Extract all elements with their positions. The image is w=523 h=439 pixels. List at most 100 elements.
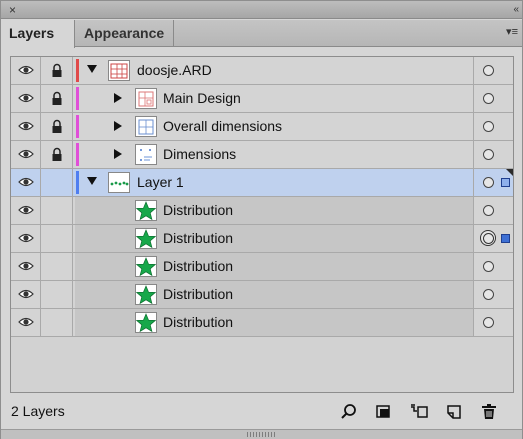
star-thumb (135, 228, 157, 249)
target-icon[interactable] (483, 65, 494, 76)
target-icon[interactable] (483, 121, 494, 132)
target-icon[interactable] (483, 93, 494, 104)
layer-name[interactable]: Dimensions (163, 141, 236, 168)
locate-object-icon[interactable] (339, 402, 359, 422)
eye-icon (18, 176, 34, 188)
visibility-toggle[interactable] (11, 253, 41, 280)
target-cell[interactable] (473, 169, 513, 196)
layer-content: Overall dimensions (75, 113, 473, 140)
target-icon[interactable] (483, 317, 494, 328)
lock-toggle[interactable] (41, 113, 73, 140)
lock-toggle[interactable] (41, 281, 73, 308)
layer-name[interactable]: Distribution (163, 281, 233, 308)
eye-icon (18, 288, 34, 300)
layer-row[interactable]: Overall dimensions (11, 113, 513, 141)
target-cell[interactable] (473, 85, 513, 112)
visibility-toggle[interactable] (11, 85, 41, 112)
eye-icon (18, 316, 34, 328)
layer-row[interactable]: Distribution (11, 225, 513, 253)
lock-icon (51, 91, 63, 106)
lock-toggle[interactable] (41, 57, 73, 84)
lock-toggle[interactable] (41, 309, 73, 336)
layer-name[interactable]: Layer 1 (137, 169, 184, 196)
expand-triangle-icon[interactable] (114, 149, 122, 159)
expand-triangle-icon[interactable] (114, 93, 122, 103)
resize-grip[interactable] (1, 429, 522, 439)
selection-indicator-icon[interactable] (501, 178, 510, 187)
star-thumb (135, 200, 157, 221)
target-cell[interactable] (473, 197, 513, 224)
target-cell[interactable] (473, 253, 513, 280)
lock-toggle[interactable] (41, 197, 73, 224)
target-icon[interactable] (483, 149, 494, 160)
eye-icon (18, 232, 34, 244)
panel-menu-icon[interactable]: ▾≡ (506, 25, 518, 38)
layer-name[interactable]: doosje.ARD (137, 57, 212, 84)
layer-row[interactable]: Distribution (11, 197, 513, 225)
trash-icon[interactable] (479, 402, 499, 422)
target-icon[interactable] (483, 289, 494, 300)
visibility-toggle[interactable] (11, 141, 41, 168)
create-sublayer-icon[interactable] (409, 402, 429, 422)
lock-toggle[interactable] (41, 141, 73, 168)
visibility-toggle[interactable] (11, 197, 41, 224)
layer-name[interactable]: Main Design (163, 85, 241, 112)
expand-triangle-icon[interactable] (114, 121, 122, 131)
visibility-toggle[interactable] (11, 225, 41, 252)
collapse-icon[interactable]: « (513, 2, 519, 18)
layer-name[interactable]: Overall dimensions (163, 113, 282, 140)
star-thumb (135, 284, 157, 305)
target-cell[interactable] (473, 281, 513, 308)
eye-icon (18, 204, 34, 216)
eye-icon (18, 260, 34, 272)
layer-row[interactable]: Layer 1 (11, 169, 513, 197)
layer-content: Dimensions (75, 141, 473, 168)
layer-content: Main Design (75, 85, 473, 112)
star-thumb (135, 256, 157, 277)
target-icon[interactable] (483, 205, 494, 216)
visibility-toggle[interactable] (11, 281, 41, 308)
lock-toggle[interactable] (41, 225, 73, 252)
panel-tabs: Layers Appearance ▾≡ (1, 20, 522, 48)
visibility-toggle[interactable] (11, 309, 41, 336)
target-cell[interactable] (473, 113, 513, 140)
target-icon[interactable] (483, 177, 494, 188)
layer-name[interactable]: Distribution (163, 225, 233, 252)
dots-thumb (108, 172, 130, 193)
target-cell[interactable] (473, 225, 513, 252)
lock-toggle[interactable] (41, 85, 73, 112)
make-clipping-mask-icon[interactable] (374, 402, 394, 422)
tab-appearance[interactable]: Appearance (76, 20, 174, 47)
lock-toggle[interactable] (41, 253, 73, 280)
visibility-toggle[interactable] (11, 57, 41, 84)
collapse-triangle-icon[interactable] (87, 177, 97, 185)
collapse-triangle-icon[interactable] (87, 65, 97, 73)
layer-name[interactable]: Distribution (163, 309, 233, 336)
lock-toggle[interactable] (41, 169, 73, 196)
document-thumb (108, 60, 130, 81)
star-thumb (135, 312, 157, 333)
eye-icon (18, 64, 34, 76)
layer-count: 2 Layers (11, 403, 65, 419)
layer-row[interactable]: Main Design (11, 85, 513, 113)
layer-row[interactable]: Distribution (11, 309, 513, 337)
target-cell[interactable] (473, 309, 513, 336)
target-cell[interactable] (473, 141, 513, 168)
target-cell[interactable] (473, 57, 513, 84)
close-icon[interactable]: × (9, 2, 16, 18)
layer-row[interactable]: doosje.ARD (11, 57, 513, 85)
eye-icon (18, 148, 34, 160)
tab-layers[interactable]: Layers (1, 20, 75, 48)
appearance-target-icon[interactable] (480, 230, 496, 246)
target-icon[interactable] (483, 261, 494, 272)
visibility-toggle[interactable] (11, 169, 41, 196)
layer-row[interactable]: Distribution (11, 281, 513, 309)
visibility-toggle[interactable] (11, 113, 41, 140)
layer-row[interactable]: Dimensions (11, 141, 513, 169)
selection-indicator-icon[interactable] (501, 234, 510, 243)
layer-row[interactable]: Distribution (11, 253, 513, 281)
create-layer-icon[interactable] (444, 402, 464, 422)
layer-name[interactable]: Distribution (163, 253, 233, 280)
panel-footer: 2 Layers (1, 397, 522, 427)
layer-name[interactable]: Distribution (163, 197, 233, 224)
